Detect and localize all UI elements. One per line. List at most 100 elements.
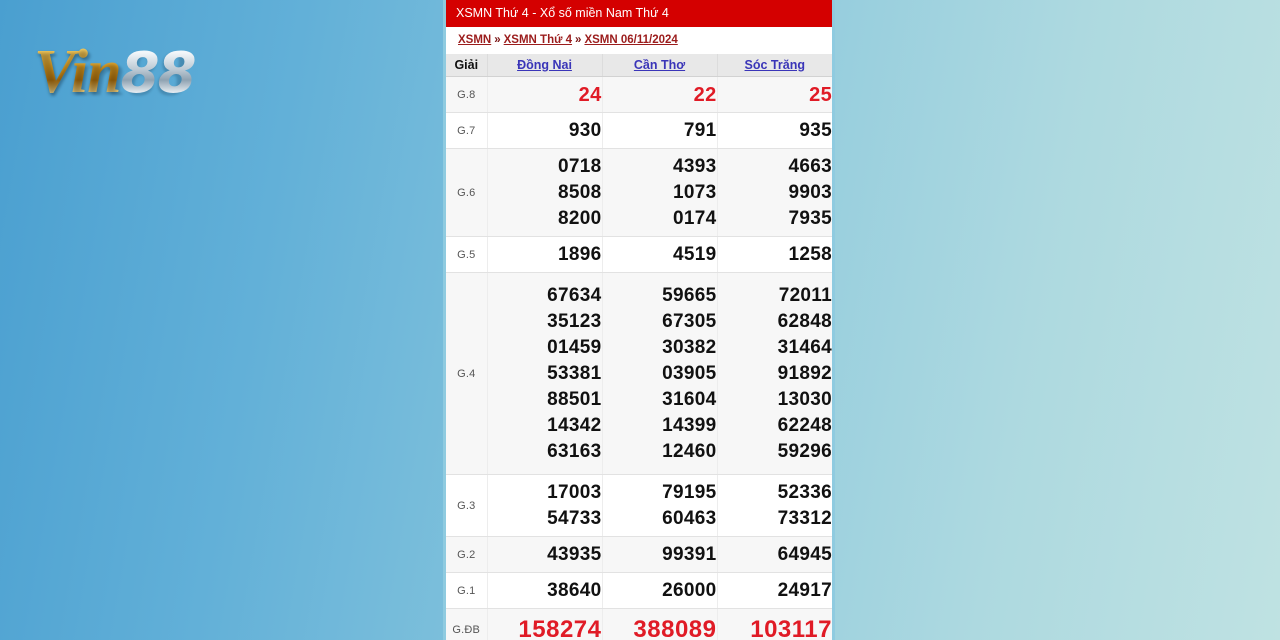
- prize-label-cell: G.1: [446, 572, 488, 609]
- results-table-body: G.8 24 22 25 G.7 930 791 935 G.6 0718 8508 8200 4393…: [446, 76, 832, 640]
- result-number: 99391: [662, 543, 717, 565]
- breadcrumb-item-1[interactable]: XSMN Thứ 4: [504, 34, 572, 46]
- breadcrumb-item-2[interactable]: XSMN 06/11/2024: [584, 34, 677, 46]
- result-number: 7935: [788, 207, 832, 229]
- result-number: 64945: [777, 543, 832, 565]
- result-number: 4663: [788, 155, 832, 177]
- result-number: 53381: [547, 362, 602, 384]
- result-number: 59296: [777, 440, 832, 462]
- result-number: 17003: [547, 481, 602, 503]
- page-root: Vin88 Vin88 XSMN Thứ 4 - Xổ số miền Nam …: [0, 0, 1280, 640]
- result-number: 4393: [673, 155, 717, 177]
- result-number: 14342: [547, 414, 602, 436]
- prize-label-cell: G.8: [446, 76, 488, 113]
- result-number: 0174: [673, 207, 717, 229]
- site-logo[interactable]: Vin88 Vin88: [34, 36, 264, 110]
- result-number: 52336: [777, 481, 832, 503]
- table-row: G.8 24 22 25: [446, 76, 832, 113]
- result-number: 13030: [777, 388, 832, 410]
- prize-label-cell: G.3: [446, 474, 488, 537]
- result-cell: 67634 35123 01459 53381 88501 14342 63163: [487, 272, 603, 475]
- result-number: 30382: [662, 336, 717, 358]
- result-cell: 930: [487, 112, 603, 149]
- result-cell: 59665 67305 30382 03905 31604 14399 12460: [602, 272, 718, 475]
- result-number: 67634: [547, 284, 602, 306]
- column-header-province-2: Sóc Trăng: [717, 54, 832, 77]
- result-number: 103117: [750, 615, 832, 640]
- result-number: 67305: [662, 310, 717, 332]
- column-header-province-0: Đồng Nai: [487, 54, 603, 77]
- results-table-head: Giải Đồng Nai Cần Thơ Sóc Trăng: [446, 54, 832, 77]
- table-row: G.6 0718 8508 8200 4393 1073 0174 4663 9903 7935: [446, 148, 832, 237]
- result-number: 791: [683, 119, 717, 141]
- province-link-0[interactable]: Đồng Nai: [517, 58, 572, 72]
- result-cell: 0718 8508 8200: [487, 148, 603, 237]
- result-cell: 791: [602, 112, 718, 149]
- result-number: 73312: [777, 507, 832, 529]
- prize-label-cell: G.2: [446, 536, 488, 573]
- result-number: 62248: [777, 414, 832, 436]
- result-number: 79195: [662, 481, 717, 503]
- table-header-row: Giải Đồng Nai Cần Thơ Sóc Trăng: [446, 54, 832, 77]
- result-number: 01459: [547, 336, 602, 358]
- province-link-2[interactable]: Sóc Trăng: [745, 58, 805, 72]
- result-cell: 52336 73312: [717, 474, 832, 537]
- result-number: 24917: [777, 579, 832, 601]
- result-number: 930: [568, 119, 602, 141]
- result-cell: 26000: [602, 572, 718, 609]
- result-cell: 4519: [602, 236, 718, 273]
- province-link-1[interactable]: Cần Thơ: [634, 58, 685, 72]
- logo-88-text: 88: [120, 41, 197, 106]
- result-cell: 99391: [602, 536, 718, 573]
- result-cell: 43935: [487, 536, 603, 573]
- table-row: G.2 43935 99391 64945: [446, 536, 832, 573]
- result-number: 54733: [547, 507, 602, 529]
- result-number: 62848: [777, 310, 832, 332]
- result-number: 1258: [788, 243, 832, 265]
- result-number: 8200: [558, 207, 602, 229]
- result-cell: 24: [487, 76, 603, 113]
- breadcrumb-separator-1: »: [575, 34, 582, 46]
- logo-wordmark: Vin88: [34, 36, 264, 110]
- result-number: 63163: [547, 440, 602, 462]
- prize-label-cell: G.5: [446, 236, 488, 273]
- result-number: 22: [693, 83, 717, 106]
- result-number: 0718: [558, 155, 602, 177]
- result-number: 14399: [662, 414, 717, 436]
- result-cell: 4393 1073 0174: [602, 148, 718, 237]
- result-number: 26000: [662, 579, 717, 601]
- result-number: 31604: [662, 388, 717, 410]
- result-cell: 158274: [487, 608, 603, 640]
- result-number: 43935: [547, 543, 602, 565]
- result-number: 60463: [662, 507, 717, 529]
- result-cell: 25: [717, 76, 832, 113]
- result-number: 59665: [662, 284, 717, 306]
- result-number: 12460: [662, 440, 717, 462]
- result-number: 24: [578, 83, 602, 106]
- result-number: 1073: [673, 181, 717, 203]
- prize-label-cell: G.ĐB: [446, 608, 488, 640]
- result-number: 4519: [673, 243, 717, 265]
- logo-vin-text: Vin: [34, 38, 122, 106]
- result-cell: 1258: [717, 236, 832, 273]
- breadcrumb-item-0[interactable]: XSMN: [458, 34, 491, 46]
- result-cell: 72011 62848 31464 91892 13030 62248 59296: [717, 272, 832, 475]
- panel-title: XSMN Thứ 4 - Xổ số miền Nam Thứ 4: [446, 0, 832, 27]
- result-cell: 24917: [717, 572, 832, 609]
- prize-label-cell: G.4: [446, 272, 488, 475]
- result-number: 03905: [662, 362, 717, 384]
- result-cell: 935: [717, 112, 832, 149]
- result-number: 91892: [777, 362, 832, 384]
- column-header-prize: Giải: [446, 54, 488, 77]
- result-number: 388089: [633, 615, 717, 640]
- table-row: G.1 38640 26000 24917: [446, 572, 832, 609]
- result-cell: 64945: [717, 536, 832, 573]
- table-row: G.5 1896 4519 1258: [446, 236, 832, 273]
- lottery-result-panel: XSMN Thứ 4 - Xổ số miền Nam Thứ 4 XSMN » X…: [443, 0, 835, 640]
- prize-label-cell: G.6: [446, 148, 488, 237]
- result-number: 935: [799, 119, 832, 141]
- result-cell: 388089: [602, 608, 718, 640]
- column-header-province-1: Cần Thơ: [602, 54, 718, 77]
- result-number: 35123: [547, 310, 602, 332]
- result-cell: 1896: [487, 236, 603, 273]
